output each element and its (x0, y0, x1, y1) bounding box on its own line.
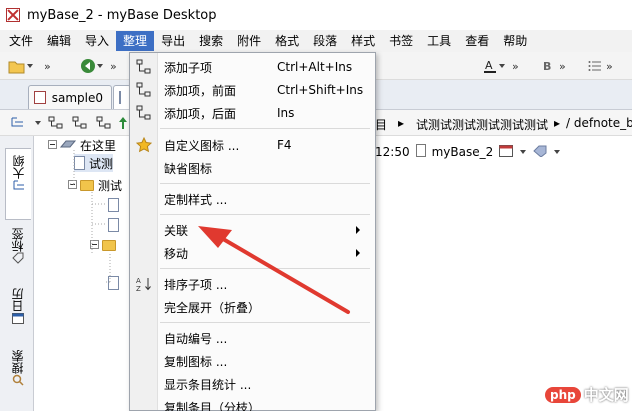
annotation-arrow (198, 226, 350, 314)
watermark-text: 中文网 (583, 386, 629, 404)
watermark: php 中文网 (545, 384, 629, 405)
watermark-badge: php (545, 386, 581, 403)
